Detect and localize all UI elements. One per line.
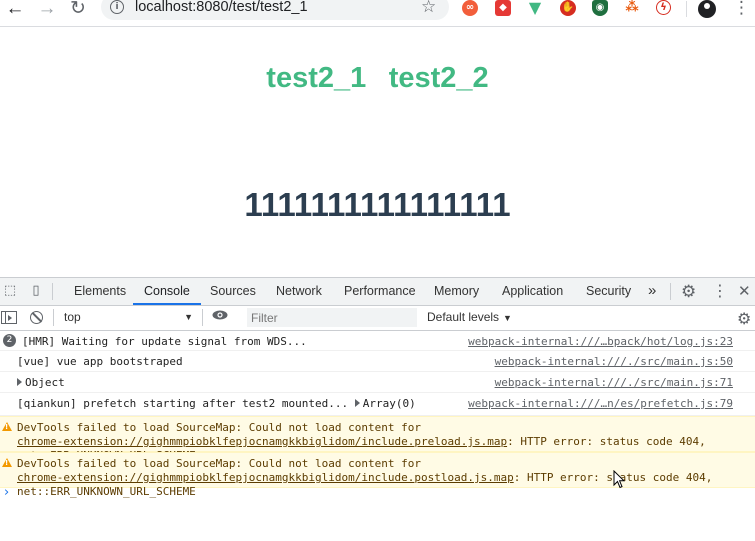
forward-arrow-icon[interactable]: → — [36, 0, 58, 20]
address-bar[interactable]: i localhost:8080/test/test2_1 ☆ — [101, 0, 449, 20]
message-text: [HMR] Waiting for update signal from WDS… — [22, 335, 307, 348]
warning-icon — [2, 458, 12, 467]
warning-source-link[interactable]: chrome-extension://gighmmpiobklfepjocnam… — [17, 471, 514, 484]
context-value: top — [64, 310, 81, 324]
message-body: [qiankun] prefetch starting after test2 … — [17, 397, 349, 410]
warning-body: DevTools failed to load SourceMap: Could… — [17, 457, 421, 470]
back-arrow-icon[interactable]: ← — [4, 0, 26, 20]
array-label[interactable]: Array(0) — [363, 397, 416, 410]
extension-7-icon[interactable]: ϟ — [656, 0, 671, 15]
console-toolbar: top ▼ Default levels▼ ⚙ — [0, 306, 755, 331]
devtools-tab-bar: ⬚ ▯ Elements Console Sources Network Per… — [0, 278, 755, 306]
console-sidebar-icon[interactable] — [1, 311, 17, 324]
expand-triangle-icon[interactable] — [17, 378, 22, 386]
console-message: [qiankun] prefetch starting after test2 … — [0, 393, 755, 416]
address-url[interactable]: localhost:8080/test/test2_1 — [135, 0, 308, 15]
devtools-menu-icon[interactable]: ⋮ — [712, 281, 728, 300]
app-nav: test2_1 test2_2 — [0, 62, 755, 95]
message-source-link[interactable]: webpack-internal:///…n/es/prefetch.js:79 — [468, 397, 733, 410]
page-content-text: 1111111111111111 — [244, 186, 511, 223]
extension-4-icon[interactable]: ✋ — [560, 0, 576, 16]
dropdown-caret-icon: ▼ — [184, 312, 193, 322]
extension-1-icon[interactable]: ∞ — [462, 0, 478, 16]
toolbar-divider — [670, 283, 671, 300]
warning-body: DevTools failed to load SourceMap: Could… — [17, 421, 421, 434]
toolbar-divider — [52, 283, 53, 300]
console-message: [vue] vue app bootstraped webpack-intern… — [0, 351, 755, 372]
browser-toolbar: ← → ↻ i localhost:8080/test/test2_1 ☆ ∞ … — [0, 0, 755, 27]
toolbar-divider — [686, 1, 687, 17]
extension-6-icon[interactable]: ⁂ — [624, 0, 640, 16]
console-warning: DevTools failed to load SourceMap: Could… — [0, 416, 755, 462]
warning-icon — [2, 422, 12, 431]
message-source-link[interactable]: webpack-internal:///./src/main.js:50 — [495, 355, 733, 368]
tab-elements[interactable]: Elements — [74, 278, 126, 305]
message-text[interactable]: Object — [17, 376, 65, 389]
dropdown-caret-icon: ▼ — [503, 313, 512, 323]
tab-console[interactable]: Console — [133, 278, 201, 305]
live-expression-eye-icon[interactable] — [212, 310, 228, 320]
warning-text: DevTools failed to load SourceMap: Could… — [17, 457, 739, 499]
extension-5-icon[interactable]: ◉ — [592, 0, 608, 16]
object-label[interactable]: Object — [25, 376, 65, 389]
extension-2-icon[interactable]: ◆ — [495, 0, 511, 16]
toolbar-divider — [53, 309, 54, 326]
inspect-element-icon[interactable]: ⬚ — [2, 283, 18, 299]
tab-memory[interactable]: Memory — [434, 278, 479, 305]
message-text: [qiankun] prefetch starting after test2 … — [17, 397, 416, 410]
filter-box[interactable] — [247, 308, 417, 327]
console-messages: 2 [HMR] Waiting for update signal from W… — [0, 331, 755, 498]
device-toolbar-icon[interactable]: ▯ — [28, 283, 44, 299]
log-levels-dropdown[interactable]: Default levels ▼ — [427, 307, 512, 328]
message-text: [vue] vue app bootstraped — [17, 355, 183, 368]
warning-source-link[interactable]: chrome-extension://gighmmpiobklfepjocnam… — [17, 435, 507, 448]
bookmark-star-icon[interactable]: ☆ — [421, 0, 436, 17]
toolbar-divider — [202, 309, 203, 326]
tab-network[interactable]: Network — [276, 278, 322, 305]
console-settings-gear-icon[interactable]: ⚙ — [737, 309, 751, 328]
tab-security[interactable]: Security — [586, 278, 631, 305]
console-warning: DevTools failed to load SourceMap: Could… — [0, 452, 755, 498]
reload-icon[interactable]: ↻ — [67, 0, 89, 20]
browser-menu-icon[interactable]: ⋮ — [733, 0, 750, 18]
context-selector[interactable]: top ▼ — [58, 307, 198, 328]
console-message: Object webpack-internal:///./src/main.js… — [0, 372, 755, 393]
tab-application[interactable]: Application — [502, 278, 563, 305]
site-info-icon[interactable]: i — [110, 0, 124, 14]
nav-link-test2-2[interactable]: test2_2 — [389, 62, 489, 95]
profile-avatar-icon[interactable] — [698, 0, 716, 18]
repeat-count-badge: 2 — [3, 334, 16, 347]
mouse-cursor-icon — [613, 470, 625, 489]
vue-devtools-icon[interactable]: ▼ — [527, 0, 543, 16]
tab-sources[interactable]: Sources — [210, 278, 256, 305]
expand-triangle-icon[interactable] — [354, 399, 360, 407]
more-tabs-icon[interactable]: » — [648, 278, 656, 305]
message-source-link[interactable]: webpack-internal:///./src/main.js:71 — [495, 376, 733, 389]
console-prompt[interactable]: › — [4, 485, 9, 500]
tab-performance[interactable]: Performance — [344, 278, 416, 305]
clear-console-icon[interactable] — [30, 311, 43, 324]
filter-input[interactable] — [247, 308, 415, 327]
settings-gear-icon[interactable]: ⚙ — [681, 282, 696, 302]
console-message: 2 [HMR] Waiting for update signal from W… — [0, 331, 755, 351]
devtools-panel: ⬚ ▯ Elements Console Sources Network Per… — [0, 277, 755, 541]
close-devtools-icon[interactable]: ✕ — [738, 282, 751, 300]
nav-link-test2-1[interactable]: test2_1 — [266, 62, 366, 95]
log-levels-label: Default levels — [427, 310, 500, 324]
message-source-link[interactable]: webpack-internal:///…bpack/hot/log.js:23 — [468, 335, 733, 348]
